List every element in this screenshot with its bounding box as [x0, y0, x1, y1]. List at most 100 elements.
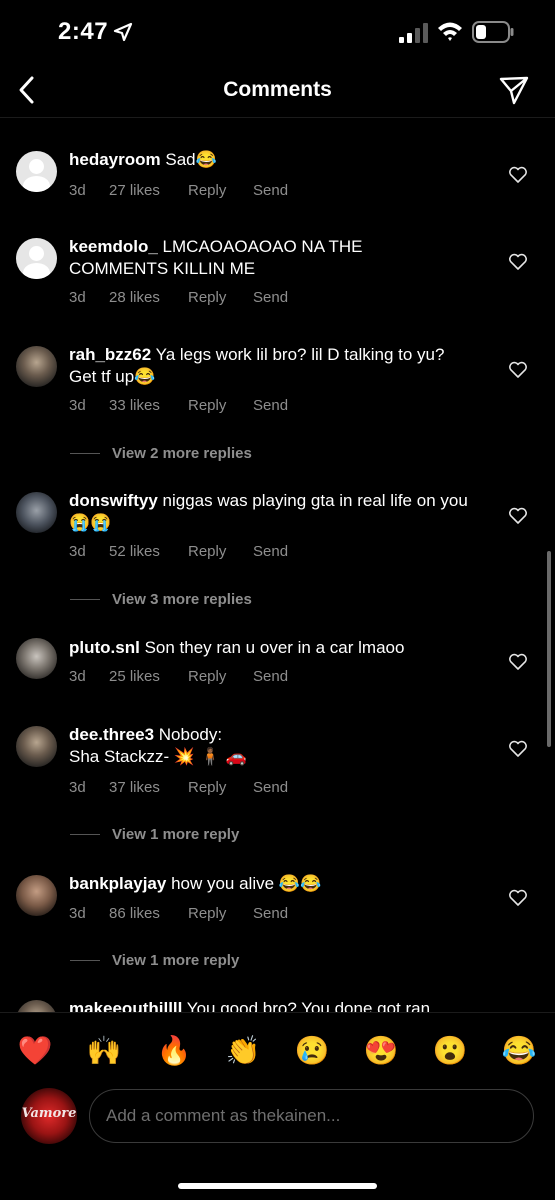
emoji-reaction-bar: ❤️ 🙌 🔥 👏 😢 😍 😮 😂: [0, 1012, 555, 1088]
comment-username[interactable]: pluto.snl: [69, 638, 140, 657]
comment-text: hedayroom Sad😂: [69, 149, 489, 171]
header: Comments: [0, 64, 555, 118]
avatar[interactable]: [16, 1000, 57, 1012]
comment-time: 3d: [69, 779, 86, 796]
comment-time: 3d: [69, 289, 86, 306]
wifi-icon: [438, 22, 462, 41]
avatar[interactable]: [16, 875, 57, 916]
likes-count[interactable]: 52 likes: [109, 543, 188, 560]
comments-list[interactable]: hedayroom Sad😂 3d 27 likes Reply Send ke…: [0, 119, 555, 1012]
comment-username[interactable]: keemdolo_: [69, 237, 158, 256]
view-replies-label[interactable]: View 2 more replies: [112, 445, 252, 462]
comment-body-line2: Sha Stackzz- 💥 🧍🏾 🚗: [69, 747, 247, 766]
heart-emoji-button[interactable]: ❤️: [15, 1031, 55, 1071]
heart-outline-icon[interactable]: [508, 888, 528, 908]
comment-text: donswiftyy niggas was playing gta in rea…: [69, 490, 479, 534]
heart-outline-icon[interactable]: [508, 652, 528, 672]
comment-text: rah_bzz62 Ya legs work lil bro? lil D ta…: [69, 344, 469, 388]
avatar[interactable]: [16, 151, 57, 192]
comment-username[interactable]: dee.three3: [69, 725, 154, 744]
avatar[interactable]: [16, 726, 57, 767]
view-replies-label[interactable]: View 3 more replies: [112, 591, 252, 608]
likes-count[interactable]: 28 likes: [109, 289, 188, 306]
fire-emoji-button[interactable]: 🔥: [154, 1031, 194, 1071]
view-more-replies[interactable]: View 3 more replies: [70, 591, 252, 608]
comment-username[interactable]: bankplayjay: [69, 874, 166, 893]
heart-outline-icon[interactable]: [508, 739, 528, 759]
avatar[interactable]: [16, 638, 57, 679]
page-title: Comments: [223, 78, 332, 101]
comment-composer: Vamore: [0, 1088, 555, 1148]
avatar-logo-text: Vamore: [21, 1106, 77, 1121]
reply-button[interactable]: Reply: [188, 289, 253, 306]
my-avatar: Vamore: [21, 1088, 77, 1144]
comment-time: 3d: [69, 668, 86, 685]
likes-count[interactable]: 37 likes: [109, 779, 188, 796]
comment-username[interactable]: makeeouthillll: [69, 999, 182, 1012]
cellular-signal-icon: [399, 23, 428, 43]
send-button[interactable]: Send: [253, 397, 288, 414]
surprised-emoji-button[interactable]: 😮: [430, 1031, 470, 1071]
reply-button[interactable]: Reply: [188, 543, 253, 560]
reply-button[interactable]: Reply: [188, 668, 253, 685]
comment-username[interactable]: donswiftyy: [69, 491, 158, 510]
comment-body: Sad😂: [165, 150, 217, 169]
heart-outline-icon[interactable]: [508, 360, 528, 380]
comment-text: makeeouthillll You good bro? You done go…: [69, 998, 509, 1012]
comment-body: Nobody:: [158, 725, 223, 744]
view-more-replies[interactable]: View 2 more replies: [70, 445, 252, 462]
clap-emoji-button[interactable]: 👏: [223, 1031, 263, 1071]
heart-eyes-emoji-button[interactable]: 😍: [361, 1031, 401, 1071]
comment-time: 3d: [69, 397, 86, 414]
avatar[interactable]: [16, 346, 57, 387]
heart-outline-icon[interactable]: [508, 165, 528, 185]
replies-divider: [70, 599, 100, 600]
view-more-replies[interactable]: View 1 more reply: [70, 952, 239, 969]
status-bar: 2:47: [0, 0, 555, 64]
avatar[interactable]: [16, 238, 57, 279]
comment-text: dee.three3 Nobody: Sha Stackzz- 💥 🧍🏾 🚗: [69, 724, 489, 768]
raised-hands-emoji-button[interactable]: 🙌: [84, 1031, 124, 1071]
laughing-emoji-button[interactable]: 😂: [499, 1031, 539, 1071]
paper-plane-icon[interactable]: [499, 75, 529, 105]
home-indicator[interactable]: [178, 1183, 377, 1189]
likes-count[interactable]: 27 likes: [109, 182, 188, 199]
avatar[interactable]: [16, 492, 57, 533]
comment-meta: 3d 25 likes Reply Send: [69, 668, 288, 685]
comment-text: bankplayjay how you alive 😂😂: [69, 873, 489, 895]
reply-button[interactable]: Reply: [188, 779, 253, 796]
comment-text: pluto.snl Son they ran u over in a car l…: [69, 637, 489, 659]
crying-emoji-button[interactable]: 😢: [292, 1031, 332, 1071]
replies-divider: [70, 960, 100, 961]
send-button[interactable]: Send: [253, 668, 288, 685]
comment-text: keemdolo_ LMCAOAOAOAO NA THE COMMENTS KI…: [69, 236, 399, 280]
heart-outline-icon[interactable]: [508, 506, 528, 526]
comment-time: 3d: [69, 905, 86, 922]
comment-body: You good bro? You done got ran: [186, 999, 431, 1012]
comment-username[interactable]: hedayroom: [69, 150, 161, 169]
reply-button[interactable]: Reply: [188, 905, 253, 922]
send-button[interactable]: Send: [253, 905, 288, 922]
likes-count[interactable]: 33 likes: [109, 397, 188, 414]
comment-body: how you alive 😂😂: [171, 874, 322, 893]
view-replies-label[interactable]: View 1 more reply: [112, 826, 239, 843]
likes-count[interactable]: 25 likes: [109, 668, 188, 685]
comment-meta: 3d 86 likes Reply Send: [69, 905, 288, 922]
send-button[interactable]: Send: [253, 543, 288, 560]
reply-button[interactable]: Reply: [188, 397, 253, 414]
replies-divider: [70, 834, 100, 835]
heart-outline-icon[interactable]: [508, 252, 528, 272]
likes-count[interactable]: 86 likes: [109, 905, 188, 922]
reply-button[interactable]: Reply: [188, 182, 253, 199]
view-more-replies[interactable]: View 1 more reply: [70, 826, 239, 843]
send-button[interactable]: Send: [253, 182, 288, 199]
send-button[interactable]: Send: [253, 289, 288, 306]
scrollbar[interactable]: [547, 551, 551, 747]
view-replies-label[interactable]: View 1 more reply: [112, 952, 239, 969]
comment-username[interactable]: rah_bzz62: [69, 345, 151, 364]
comment-input[interactable]: [89, 1089, 534, 1143]
comment-body: Son they ran u over in a car lmaoo: [144, 638, 405, 657]
send-button[interactable]: Send: [253, 779, 288, 796]
comment-meta: 3d 28 likes Reply Send: [69, 289, 288, 306]
comment-time: 3d: [69, 182, 86, 199]
